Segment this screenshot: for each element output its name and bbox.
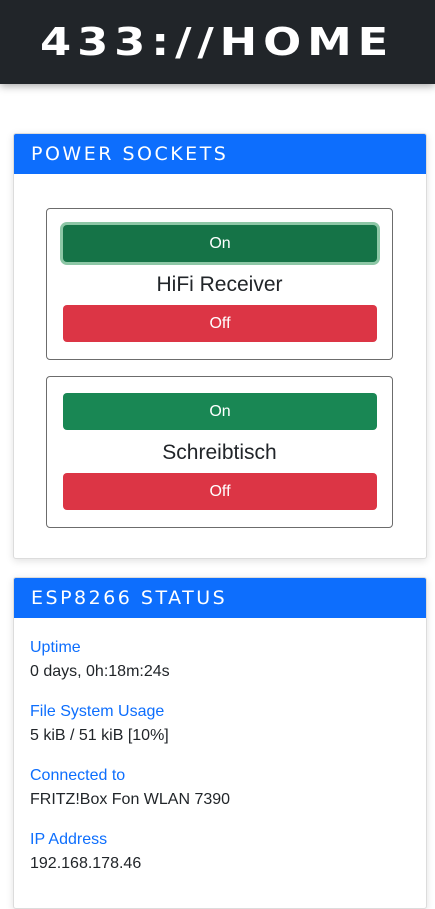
socket-name-hifi: HiFi Receiver [156, 273, 283, 296]
esp-status-card: ESP8266 STATUS Uptime 0 days, 0h:18m:24s… [13, 577, 427, 909]
app-title: 433://HOME [40, 20, 395, 64]
hifi-off-button[interactable]: Off [63, 305, 377, 342]
socket-name-schreibtisch: Schreibtisch [162, 441, 277, 464]
stat-label: File System Usage [30, 703, 165, 720]
hifi-on-button[interactable]: On [63, 225, 377, 262]
stat-ip-address: IP Address 192.168.178.46 [30, 830, 141, 874]
power-sockets-header: POWER SOCKETS [14, 134, 426, 174]
power-sockets-card: POWER SOCKETS On HiFi Receiver Off On Sc… [13, 133, 427, 559]
schreibtisch-off-button[interactable]: Off [63, 473, 377, 510]
stat-label: Uptime [30, 639, 81, 656]
stat-value: 5 kiB / 51 kiB [10%] [30, 727, 169, 744]
stat-value: FRITZ!Box Fon WLAN 7390 [30, 791, 231, 808]
socket-schreibtisch: On Schreibtisch Off [46, 376, 393, 528]
top-bar: 433://HOME [0, 0, 435, 84]
schreibtisch-on-button[interactable]: On [63, 393, 377, 430]
stat-label: IP Address [30, 831, 108, 848]
stat-uptime: Uptime 0 days, 0h:18m:24s [30, 638, 170, 682]
stat-connected-to: Connected to FRITZ!Box Fon WLAN 7390 [30, 766, 230, 810]
socket-hifi-receiver: On HiFi Receiver Off [46, 208, 393, 360]
esp-status-header: ESP8266 STATUS [14, 578, 426, 618]
stat-fs-usage: File System Usage 5 kiB / 51 kiB [10%] [30, 702, 169, 746]
stat-label: Connected to [30, 767, 126, 784]
stat-value: 192.168.178.46 [30, 855, 142, 872]
stat-value: 0 days, 0h:18m:24s [30, 663, 170, 680]
